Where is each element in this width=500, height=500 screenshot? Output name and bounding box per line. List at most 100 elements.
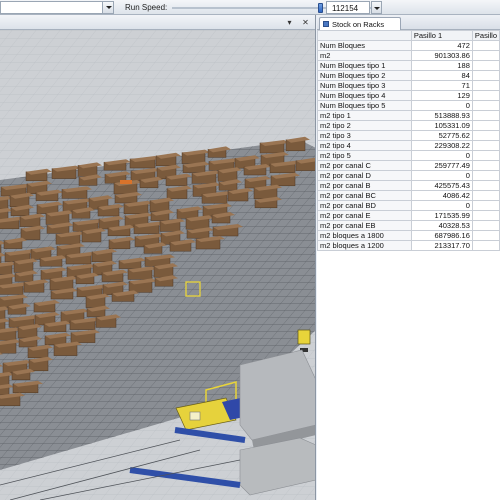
stock-panel: Stock on Racks Pasillo 1 Pasillo Num Blo…: [317, 15, 500, 500]
row-label: Num Bloques tipo 3: [317, 80, 412, 91]
table-row[interactable]: m2 por canal C 259777.49: [317, 160, 500, 171]
row-value-clipped[interactable]: [471, 110, 500, 121]
row-label: Num Bloques tipo 1: [317, 60, 412, 71]
row-value[interactable]: 901303.86: [410, 50, 473, 61]
panel-tab-strip: Stock on Racks: [317, 15, 500, 30]
row-value[interactable]: 40328.53: [410, 220, 473, 231]
row-value-clipped[interactable]: [471, 60, 500, 71]
table-row[interactable]: m2 por canal BD 0: [317, 200, 500, 211]
model-selector-combo[interactable]: [0, 1, 114, 14]
stock-grid: Pasillo 1 Pasillo Num Bloques 472 m2 901303…: [317, 30, 500, 251]
row-label: m2 por canal BD: [317, 200, 412, 211]
toolbar: Run Speed: 112154: [0, 0, 500, 15]
tab-stock-on-racks[interactable]: Stock on Racks: [319, 17, 401, 30]
table-row[interactable]: m2 tipo 50: [317, 150, 500, 161]
row-label: Num Bloques tipo 5: [317, 100, 412, 111]
run-speed-slider-thumb[interactable]: [318, 3, 324, 13]
row-label: m2 bloques a 1800: [317, 230, 412, 241]
row-label: Num Bloques tipo 2: [317, 70, 412, 81]
run-speed-input[interactable]: 112154: [326, 1, 370, 14]
row-value-clipped[interactable]: [471, 230, 500, 241]
row-label: m2 tipo 5: [317, 150, 412, 161]
row-value[interactable]: 0: [410, 170, 473, 181]
row-value-clipped[interactable]: [471, 80, 500, 91]
grid-corner-cell: [317, 30, 412, 41]
row-value-clipped[interactable]: [471, 180, 500, 191]
chevron-down-icon[interactable]: [102, 2, 113, 13]
table-row[interactable]: m2 por canal D0: [317, 170, 500, 181]
row-value-clipped[interactable]: [471, 200, 500, 211]
table-row[interactable]: Num Bloques tipo 50: [317, 100, 500, 111]
table-row[interactable]: Num Bloques tipo 2 84: [317, 70, 500, 81]
row-value[interactable]: 71: [410, 80, 473, 91]
table-row[interactable]: Num Bloques tipo 4 129: [317, 90, 500, 101]
run-speed-label: Run Speed:: [125, 3, 168, 12]
row-value[interactable]: 188: [410, 60, 473, 71]
table-row[interactable]: m2 bloques a 1800 687986.16: [317, 230, 500, 241]
run-speed-dropdown-icon[interactable]: [371, 1, 382, 14]
row-value-clipped[interactable]: [471, 50, 500, 61]
row-value-clipped[interactable]: [471, 190, 500, 201]
warehouse-3d-scene[interactable]: [0, 30, 316, 500]
row-value[interactable]: 84: [410, 70, 473, 81]
table-row[interactable]: m2 por canal E 171535.99: [317, 210, 500, 221]
view-header: ▾ ✕: [0, 15, 315, 30]
row-value-clipped[interactable]: [471, 40, 500, 51]
row-value[interactable]: 0: [410, 150, 473, 161]
row-value[interactable]: 472: [410, 40, 473, 51]
row-value-clipped[interactable]: [471, 150, 500, 161]
row-value[interactable]: 105331.09: [410, 120, 473, 131]
row-label: m2: [317, 50, 412, 61]
row-value[interactable]: 171535.99: [410, 210, 473, 221]
machines: [239, 349, 315, 496]
row-value[interactable]: 687986.16: [410, 230, 473, 241]
row-value-clipped[interactable]: [471, 220, 500, 231]
close-icon[interactable]: ✕: [301, 18, 310, 27]
row-value[interactable]: 0: [410, 200, 473, 211]
row-value[interactable]: 229308.22: [410, 140, 473, 151]
3d-view[interactable]: ▾ ✕: [0, 15, 316, 500]
row-label: m2 por canal C: [317, 160, 412, 171]
table-row[interactable]: m2 901303.86: [317, 50, 500, 61]
row-label: m2 por canal D: [317, 170, 412, 181]
row-value[interactable]: 259777.49: [410, 160, 473, 171]
row-value[interactable]: 425575.43: [410, 180, 473, 191]
table-row[interactable]: m2 tipo 4 229308.22: [317, 140, 500, 151]
table-row[interactable]: Num Bloques tipo 3 71: [317, 80, 500, 91]
table-row[interactable]: m2 bloques a 1200 213317.70: [317, 240, 500, 251]
row-label: m2 bloques a 1200: [317, 240, 412, 251]
row-value-clipped[interactable]: [471, 130, 500, 141]
row-value-clipped[interactable]: [471, 120, 500, 131]
row-value-clipped[interactable]: [471, 140, 500, 151]
table-row[interactable]: m2 tipo 2 105331.09: [317, 120, 500, 131]
stock-block: [0, 198, 9, 210]
column-header-pasillo-2[interactable]: Pasillo: [471, 30, 500, 41]
table-row[interactable]: m2 tipo 3 52775.62: [317, 130, 500, 141]
row-value-clipped[interactable]: [471, 90, 500, 101]
table-row[interactable]: m2 por canal BC 4086.42: [317, 190, 500, 201]
row-label: m2 por canal BC: [317, 190, 412, 201]
row-value-clipped[interactable]: [471, 160, 500, 171]
column-header-pasillo-1[interactable]: Pasillo 1: [410, 30, 473, 41]
row-value[interactable]: 52775.62: [410, 130, 473, 141]
pin-icon[interactable]: ▾: [285, 18, 294, 27]
table-row[interactable]: m2 tipo 1 513888.93: [317, 110, 500, 121]
table-row[interactable]: Num Bloques tipo 1 188: [317, 60, 500, 71]
row-value[interactable]: 129: [410, 90, 473, 101]
row-value[interactable]: 513888.93: [410, 110, 473, 121]
row-value[interactable]: 213317.70: [410, 240, 473, 251]
row-value-clipped[interactable]: [471, 100, 500, 111]
table-row[interactable]: Num Bloques 472: [317, 40, 500, 51]
row-value-clipped[interactable]: [471, 210, 500, 221]
row-value-clipped[interactable]: [471, 70, 500, 81]
row-label: Num Bloques tipo 4: [317, 90, 412, 101]
row-value-clipped[interactable]: [471, 170, 500, 181]
row-label: m2 tipo 1: [317, 110, 412, 121]
row-value[interactable]: 4086.42: [410, 190, 473, 201]
table-row[interactable]: m2 por canal B 425575.43: [317, 180, 500, 191]
tab-label: Stock on Racks: [332, 20, 385, 29]
table-icon: [323, 21, 329, 27]
table-row[interactable]: m2 por canal EB 40328.53: [317, 220, 500, 231]
row-value[interactable]: 0: [410, 100, 473, 111]
row-value-clipped[interactable]: [471, 240, 500, 251]
